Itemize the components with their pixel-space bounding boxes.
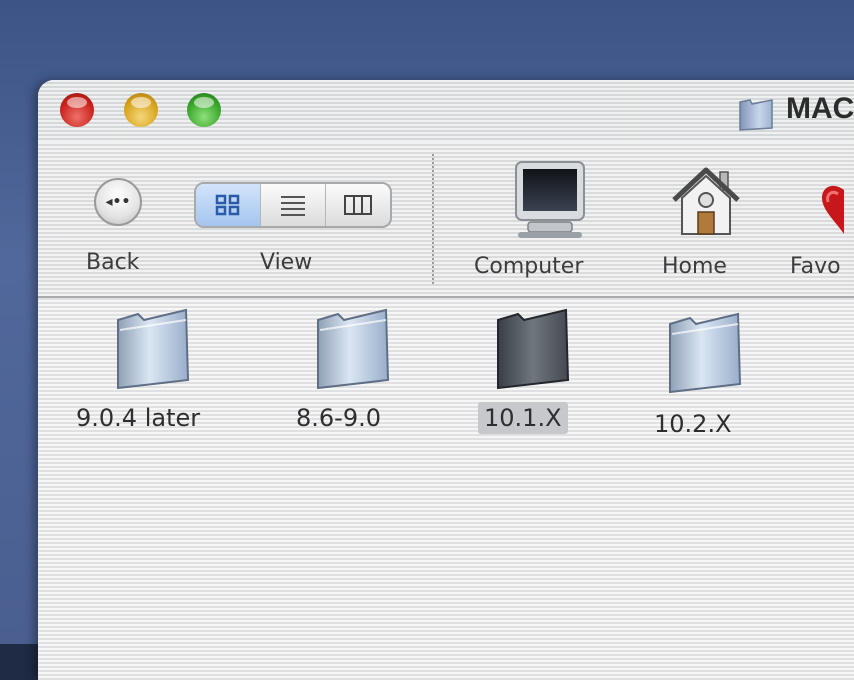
window-title: MAC xyxy=(786,92,854,125)
computer-icon xyxy=(515,161,585,238)
finder-window: MAC ◂•• Back View Computer Home Favo 9.0… xyxy=(38,80,854,680)
file-name-label: 10.1.X xyxy=(478,402,568,434)
column-view-button[interactable] xyxy=(326,184,390,226)
back-arrow-icon: ◂•• xyxy=(105,194,131,210)
file-name-label: 8.6-9.0 xyxy=(296,404,381,432)
columns-icon xyxy=(344,195,372,215)
toolbar: ◂•• Back View Computer Home Favo xyxy=(38,142,854,298)
zoom-button[interactable] xyxy=(187,93,221,127)
folder-icon xyxy=(117,308,190,390)
close-button[interactable] xyxy=(60,93,94,127)
folder-icon xyxy=(317,308,390,390)
title-bar[interactable]: MAC xyxy=(38,80,854,142)
home-icon xyxy=(672,167,740,235)
file-name-label: 10.2.X xyxy=(654,410,732,438)
list-lines-icon xyxy=(281,196,305,216)
toolbar-separator xyxy=(432,154,434,284)
file-browser-area: 9.0.4 later 8.6-9.0 10.1.X 10.2.X xyxy=(38,298,854,680)
list-view-button[interactable] xyxy=(261,184,326,226)
minimize-button[interactable] xyxy=(124,93,158,127)
favorites-heart-icon xyxy=(822,185,844,234)
back-button[interactable]: ◂•• xyxy=(94,178,142,226)
home-label: Home xyxy=(662,254,727,279)
icon-view-button[interactable] xyxy=(196,184,261,226)
file-name-label: 9.0.4 later xyxy=(76,404,201,432)
back-label: Back xyxy=(86,250,140,275)
view-mode-selector[interactable] xyxy=(194,182,392,228)
computer-label: Computer xyxy=(474,254,584,279)
folder-icon xyxy=(739,99,773,131)
icon-grid-icon xyxy=(215,194,240,216)
folder-icon xyxy=(669,312,742,394)
view-label: View xyxy=(260,250,313,275)
favorites-label: Favo xyxy=(790,254,841,279)
folder-icon xyxy=(497,308,570,390)
